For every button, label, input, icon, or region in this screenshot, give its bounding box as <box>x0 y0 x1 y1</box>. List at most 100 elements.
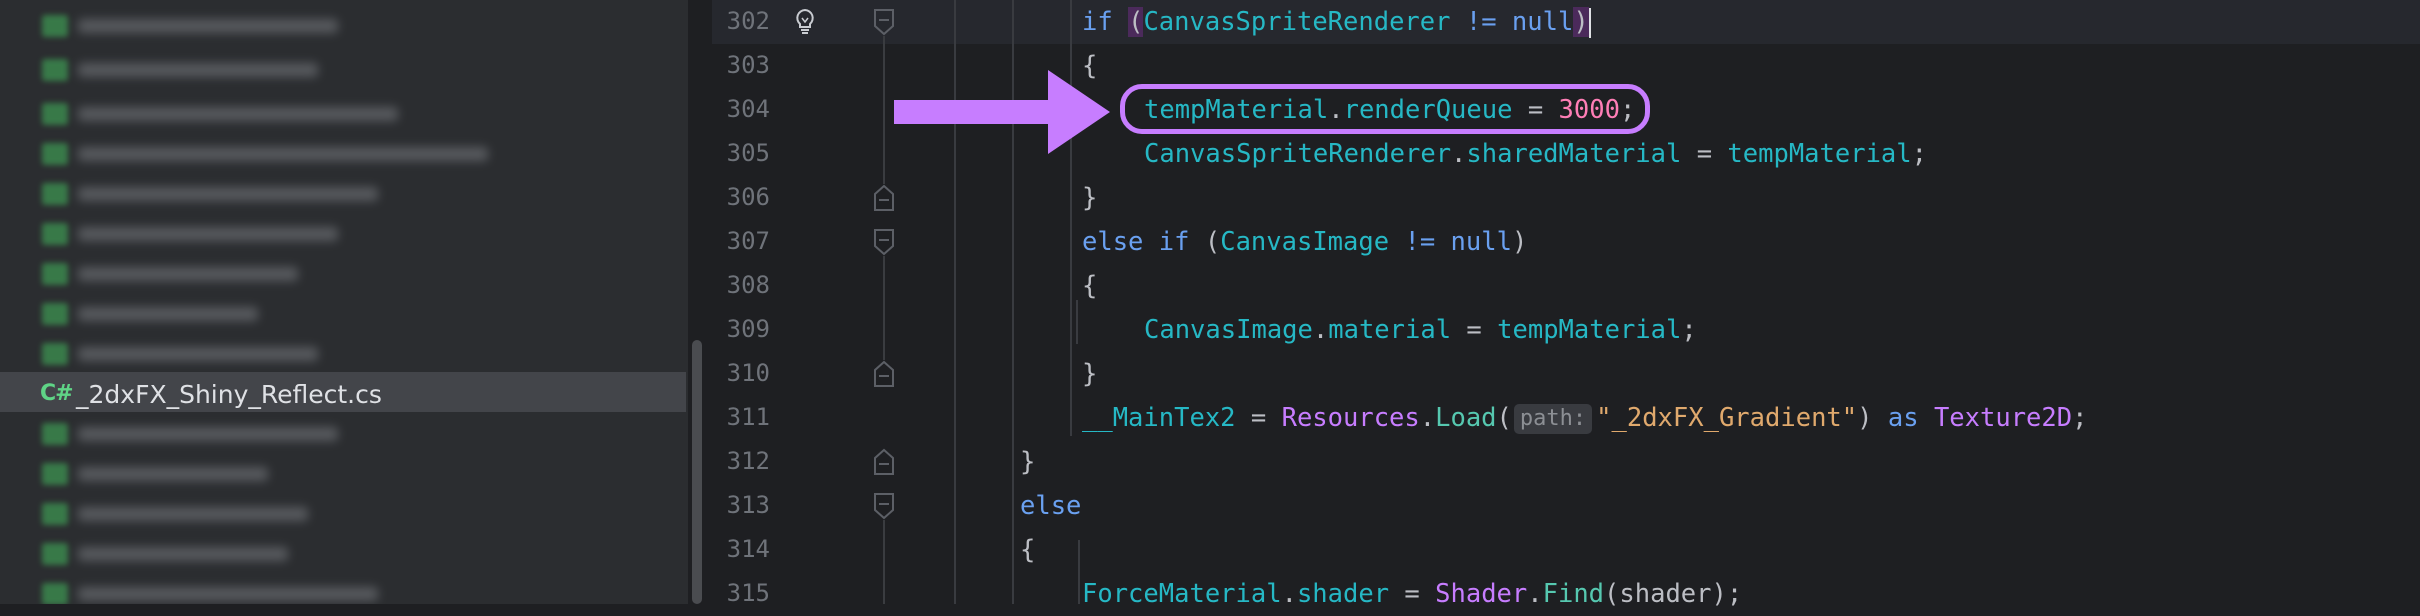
blurred-filename <box>78 19 338 33</box>
blurred-filename <box>78 107 398 121</box>
paren-open: ( <box>1128 7 1144 37</box>
keyword-as: as <box>1887 403 1919 433</box>
csharp-file-icon <box>42 463 68 485</box>
line-number: 315 <box>726 579 770 607</box>
line-number: 307 <box>726 227 770 255</box>
fold-icon[interactable] <box>871 492 897 520</box>
tree-item[interactable] <box>0 414 686 454</box>
csharp-file-icon <box>42 263 68 285</box>
tree-item[interactable] <box>0 50 686 90</box>
arguments: (shader) <box>1604 579 1727 609</box>
project-tree: C# _2dxFX_Shiny_Reflect.cs <box>0 0 688 604</box>
property: shader <box>1296 579 1390 609</box>
csharp-file-icon <box>42 423 68 445</box>
keyword-else: else <box>1082 227 1144 257</box>
sidebar-scrollbar[interactable] <box>692 340 702 604</box>
line-number: 306 <box>726 183 770 211</box>
csharp-file-icon <box>42 543 68 565</box>
brace: { <box>1082 271 1098 301</box>
gutter-row: 315 <box>712 572 942 616</box>
paren-open: ( <box>1204 227 1221 257</box>
fold-connector <box>883 520 885 604</box>
lightbulb-icon[interactable] <box>790 6 820 36</box>
code-line-312[interactable]: } <box>1020 440 1035 484</box>
highlight-box <box>1120 84 1650 134</box>
code-line-314[interactable]: { <box>1020 528 1035 572</box>
tree-item[interactable] <box>0 574 686 604</box>
operator: = <box>1451 315 1498 345</box>
dot: . <box>1312 315 1329 345</box>
code-line-307[interactable]: else if (CanvasImage != null) <box>1082 220 1527 264</box>
blurred-filename <box>78 427 338 441</box>
fold-icon[interactable] <box>871 360 897 388</box>
gutter-row: 308 <box>712 264 942 308</box>
class-name: Texture2D <box>1933 403 2073 433</box>
keyword-null: null <box>1450 227 1512 257</box>
paren-close: ) <box>1573 7 1589 37</box>
tree-item[interactable] <box>0 134 686 174</box>
gutter-row: 307 <box>712 220 942 264</box>
fold-icon[interactable] <box>871 184 897 212</box>
semicolon: ; <box>2072 403 2088 433</box>
tree-item[interactable] <box>0 534 686 574</box>
code-line-311[interactable]: __MainTex2 = Resources.Load(path: "_2dxFX… <box>1082 396 2087 440</box>
code-line-308[interactable]: { <box>1082 264 1097 308</box>
identifier: CanvasImage <box>1220 227 1390 257</box>
blurred-filename <box>78 267 298 281</box>
blurred-filename <box>78 63 318 77</box>
gutter-row: 312 <box>712 440 942 484</box>
identifier: ForceMaterial <box>1082 579 1282 609</box>
tree-item[interactable] <box>0 294 686 334</box>
gutter-row: 302 <box>712 0 942 44</box>
tree-item[interactable] <box>0 174 686 214</box>
tree-item[interactable] <box>0 6 686 46</box>
fold-connector <box>883 256 885 360</box>
gutter-row: 314 <box>712 528 942 572</box>
method-name: Load <box>1435 403 1497 433</box>
blurred-filename <box>78 147 488 161</box>
code-line-302[interactable]: if (CanvasSpriteRenderer != null) <box>1082 0 1591 44</box>
csharp-file-icon <box>42 15 68 37</box>
brace: { <box>1020 535 1036 565</box>
indent-guide <box>1070 0 1072 436</box>
parameter-hint: path: <box>1513 404 1593 434</box>
code-line-310[interactable]: } <box>1082 352 1097 396</box>
property: sharedMaterial <box>1466 139 1682 169</box>
keyword-else: else <box>1020 491 1082 521</box>
fold-connector <box>883 36 885 184</box>
fold-icon[interactable] <box>871 228 897 256</box>
paren-open: ( <box>1496 403 1512 433</box>
identifier: tempMaterial <box>1497 315 1682 345</box>
line-number: 310 <box>726 359 770 387</box>
tree-item[interactable] <box>0 494 686 534</box>
fold-icon[interactable] <box>871 448 897 476</box>
indent-guide <box>1076 300 1078 344</box>
code-line-305[interactable]: CanvasSpriteRenderer.sharedMaterial = te… <box>1144 132 1927 176</box>
blurred-filename <box>78 347 318 361</box>
code-line-309[interactable]: CanvasImage.material = tempMaterial; <box>1144 308 1697 352</box>
fold-icon[interactable] <box>871 8 897 36</box>
brace: } <box>1082 359 1098 389</box>
identifier: CanvasSpriteRenderer <box>1144 139 1452 169</box>
csharp-file-icon <box>42 503 68 525</box>
csharp-file-icon <box>42 103 68 125</box>
line-number: 305 <box>726 139 770 167</box>
code-line-306[interactable]: } <box>1082 176 1097 220</box>
tree-item[interactable] <box>0 454 686 494</box>
tree-item[interactable] <box>0 94 686 134</box>
code-line-313[interactable]: else <box>1020 484 1081 528</box>
code-line-315[interactable]: ForceMaterial.shader = Shader.Find(shade… <box>1082 572 1742 616</box>
blurred-filename <box>78 587 378 601</box>
paren-close: ) <box>1857 403 1873 433</box>
identifier: tempMaterial <box>1727 139 1912 169</box>
dot: . <box>1527 579 1543 609</box>
blurred-filename <box>78 187 378 201</box>
tree-item-selected[interactable]: C# _2dxFX_Shiny_Reflect.cs <box>0 372 686 412</box>
csharp-file-icon <box>42 223 68 245</box>
tree-item[interactable] <box>0 254 686 294</box>
operator: = <box>1235 403 1282 433</box>
operator: != <box>1450 7 1512 37</box>
tree-item[interactable] <box>0 334 686 374</box>
line-number: 303 <box>726 51 770 79</box>
tree-item[interactable] <box>0 214 686 254</box>
